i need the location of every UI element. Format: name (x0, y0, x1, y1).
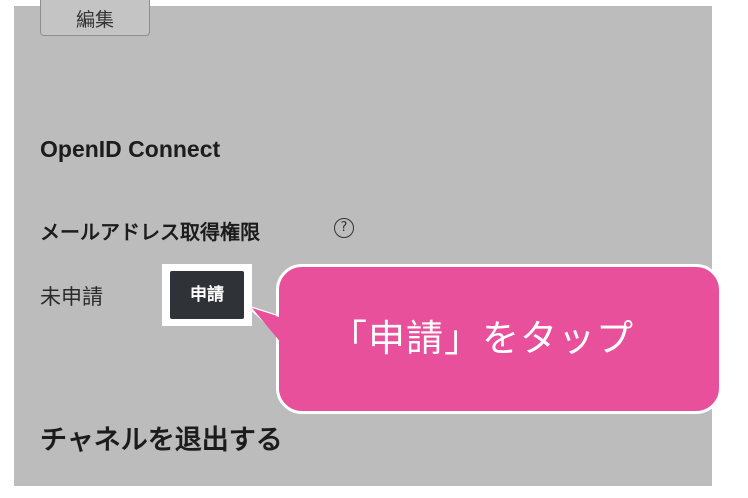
callout-tail-fill (252, 308, 282, 344)
callout-text: 「申請」をタップ (330, 317, 634, 360)
